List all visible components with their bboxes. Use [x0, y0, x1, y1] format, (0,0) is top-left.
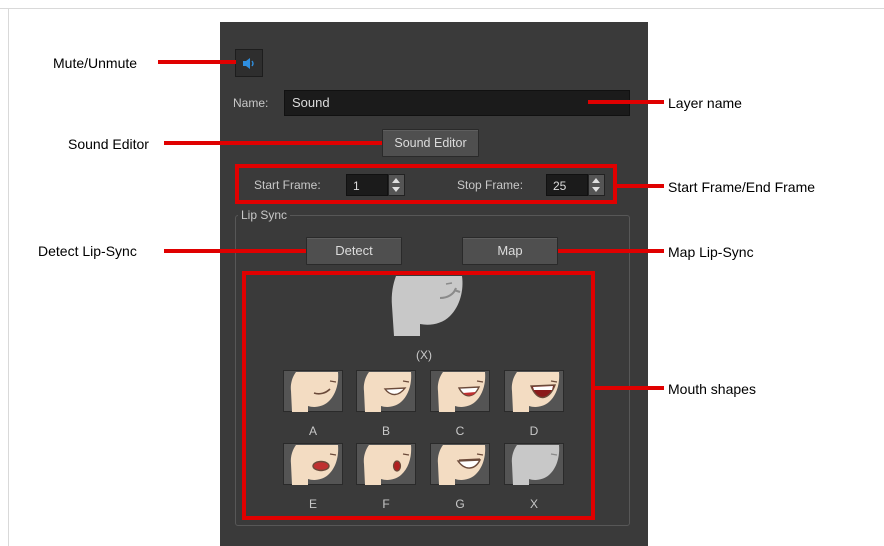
frame-border-top — [0, 8, 884, 9]
annotation-detect: Detect Lip-Sync — [38, 243, 137, 259]
annotation-sound-editor: Sound Editor — [68, 136, 149, 152]
name-label: Name: — [233, 96, 269, 110]
annotation-layer-name: Layer name — [668, 95, 742, 111]
mute-button[interactable] — [235, 49, 263, 77]
annotation-mouth-shapes: Mouth shapes — [668, 381, 756, 397]
annotation-line-detect — [164, 249, 306, 253]
annotation-line-layer-name — [588, 100, 664, 104]
annotation-line-map — [558, 249, 664, 253]
layer-name-input[interactable]: Sound — [284, 90, 630, 116]
annotation-line-frames — [617, 184, 664, 188]
detect-button[interactable]: Detect — [306, 237, 402, 265]
map-button[interactable]: Map — [462, 237, 558, 265]
annotation-box-frames — [235, 164, 617, 204]
annotation-line-mute — [158, 60, 236, 64]
annotation-line-mouths — [595, 386, 664, 390]
lip-sync-group-title: Lip Sync — [238, 208, 291, 222]
frame-border-left — [8, 8, 9, 546]
speaker-icon — [243, 58, 254, 69]
annotation-line-sound-editor — [164, 141, 382, 145]
annotation-mute: Mute/Unmute — [53, 55, 138, 71]
annotation-frames: Start Frame/End Frame — [668, 179, 816, 195]
annotation-map: Map Lip-Sync — [668, 244, 754, 260]
annotation-box-mouths — [242, 271, 595, 520]
sound-editor-button[interactable]: Sound Editor — [382, 129, 479, 157]
